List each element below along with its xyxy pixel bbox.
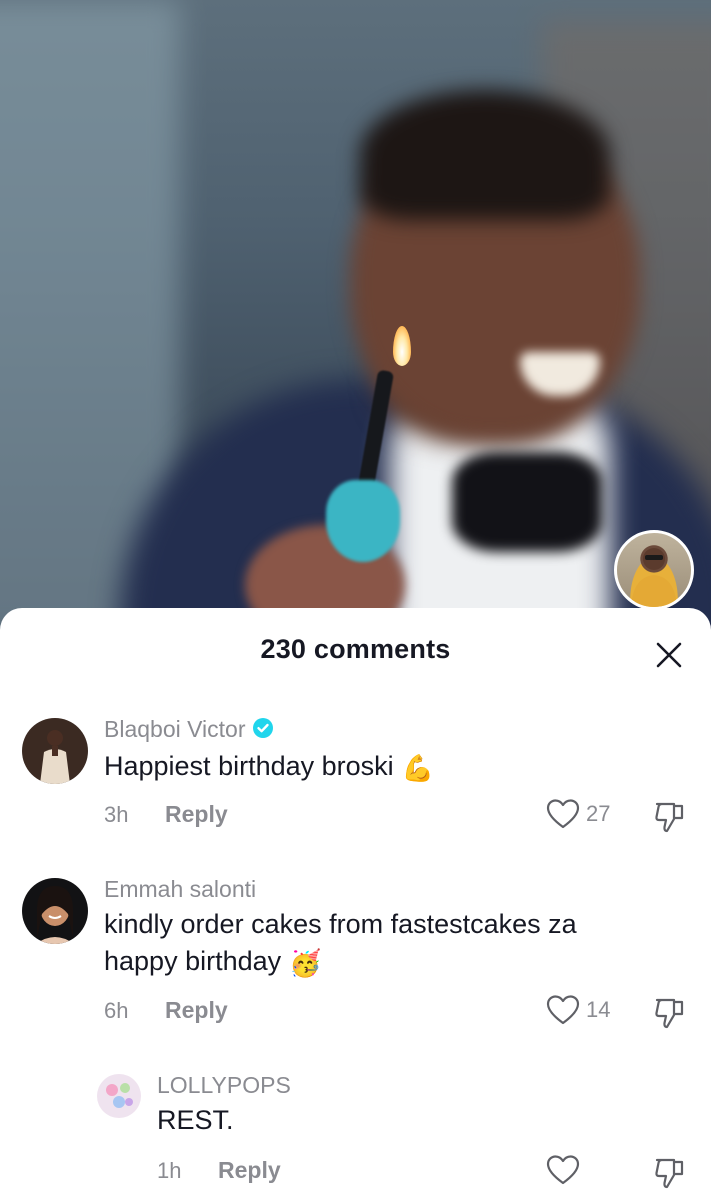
dislike-button[interactable] xyxy=(654,800,686,839)
comment-item: Emmah salonti kindly order cakes from fa… xyxy=(0,872,711,1032)
reply-button[interactable]: Reply xyxy=(165,801,228,828)
avatar[interactable] xyxy=(97,1074,141,1118)
comment-text: kindly order cakes from fastestcakes za … xyxy=(104,906,577,982)
comment-text: Happiest birthday broski 💪 xyxy=(104,748,434,787)
comment-time: 3h xyxy=(104,802,129,827)
video-person-bowtie xyxy=(452,452,602,552)
avatar-image xyxy=(22,718,88,784)
avatar[interactable] xyxy=(22,718,88,784)
reply-button[interactable]: Reply xyxy=(165,997,228,1024)
avatar-image xyxy=(22,878,88,944)
thumbs-down-outline-icon xyxy=(655,998,684,1029)
like-button[interactable]: 14 xyxy=(546,994,610,1026)
like-button[interactable]: 27 xyxy=(546,798,610,830)
heart-outline-icon xyxy=(546,995,580,1025)
comment-text-line-1: kindly order cakes from fastestcakes za xyxy=(104,909,577,939)
comments-sheet: 230 comments Blaqboi Victor Happiest bir… xyxy=(0,608,711,1200)
comment-username-text: Blaqboi Victor xyxy=(104,716,246,742)
comments-count-title: 230 comments xyxy=(260,634,451,664)
comment-time: 1h xyxy=(157,1158,182,1183)
avatar-image xyxy=(97,1074,141,1118)
verified-check-icon xyxy=(252,718,273,738)
creator-avatar[interactable] xyxy=(614,530,694,610)
heart-outline-icon xyxy=(546,799,580,829)
comment-emoji: 🥳 xyxy=(289,948,322,978)
comment-reply-item: LOLLYPOPS REST. 1h Reply xyxy=(0,1070,711,1196)
like-count: 14 xyxy=(586,997,611,1022)
dislike-button[interactable] xyxy=(654,1156,686,1195)
comment-username[interactable]: Emmah salonti xyxy=(104,876,256,903)
avatar[interactable] xyxy=(22,878,88,944)
creator-avatar-figure xyxy=(631,548,677,607)
close-button[interactable] xyxy=(650,636,688,674)
like-count: 27 xyxy=(586,801,611,826)
comment-emoji: 💪 xyxy=(401,753,435,783)
comment-time: 6h xyxy=(104,998,129,1023)
reply-button[interactable]: Reply xyxy=(218,1157,281,1184)
close-icon xyxy=(656,642,682,668)
thumbs-down-outline-icon xyxy=(655,1158,684,1189)
dislike-button[interactable] xyxy=(654,996,686,1035)
comment-text-body: happy birthday xyxy=(104,946,282,976)
lighter-base xyxy=(326,480,400,562)
comment-username[interactable]: Blaqboi Victor xyxy=(104,716,274,743)
comments-header: 230 comments xyxy=(0,608,711,694)
comment-text: REST. xyxy=(157,1105,234,1135)
heart-outline-icon xyxy=(546,1155,580,1185)
comment-item: Blaqboi Victor Happiest birthday broski 💪… xyxy=(0,712,711,842)
video-background[interactable] xyxy=(0,0,711,640)
like-button[interactable] xyxy=(546,1154,586,1186)
comment-username[interactable]: LOLLYPOPS xyxy=(157,1072,291,1099)
comment-text-line-2: happy birthday 🥳 xyxy=(104,943,577,982)
comment-text-body: Happiest birthday broski xyxy=(104,751,394,781)
video-person-hair xyxy=(360,90,610,220)
thumbs-down-outline-icon xyxy=(655,802,684,833)
